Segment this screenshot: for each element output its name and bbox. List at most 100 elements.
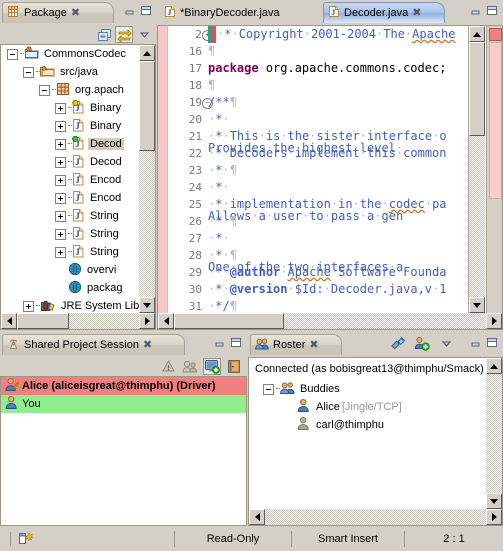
code-line[interactable]: 27 ·*· One·of·the·two·interfaces·a	[168, 230, 468, 274]
scroll-up-button[interactable]	[486, 358, 502, 374]
code-line[interactable]: 26 ·*·¶	[168, 213, 468, 230]
inconsistency-warning-icon[interactable]	[159, 358, 177, 375]
share-screen-icon[interactable]	[203, 358, 221, 375]
tree-collapse-icon[interactable]	[23, 66, 34, 78]
code-line[interactable]: 17 package·org.apache.commons.codec;	[168, 60, 468, 77]
code-line[interactable]: 16 ¶	[168, 43, 468, 60]
tree-collapse-icon[interactable]	[7, 48, 18, 60]
connect-icon[interactable]	[389, 335, 407, 352]
scroll-left-button[interactable]	[158, 313, 174, 329]
code-line[interactable]: 21 ·*·This·is·the·sister·interface·o	[168, 128, 468, 145]
scroll-down-button[interactable]	[469, 297, 485, 313]
follow-mode-icon[interactable]	[181, 358, 199, 375]
leave-session-icon[interactable]	[225, 358, 243, 375]
session-participants-list[interactable]: Alice (aliceisgreat@thimphu) (Driver) You	[1, 377, 246, 525]
scroll-left-button[interactable]	[249, 509, 265, 525]
roster-item[interactable]: carl@thimphu	[255, 416, 486, 434]
tree-item[interactable]: J Encod	[1, 171, 139, 189]
vscroll-thumb[interactable]	[469, 42, 485, 136]
tab-package-explorer[interactable]: Package ✖	[2, 2, 114, 23]
source-editor[interactable]: 2+·*·Copyright·2001-2004·The·Apache16¶17…	[168, 26, 468, 313]
session-participant[interactable]: You	[1, 395, 246, 413]
scroll-down-button[interactable]	[139, 297, 155, 313]
view-menu-chevron-down-icon[interactable]	[437, 335, 455, 352]
minimize-icon[interactable]	[123, 4, 136, 20]
close-icon[interactable]: ✖	[143, 339, 152, 351]
tree-item[interactable]: J Binary	[1, 117, 139, 135]
package-explorer-tree[interactable]: CommonsCodec src/java org.apach J Binary J Bin…	[1, 45, 139, 313]
minimize-icon[interactable]	[469, 336, 482, 352]
tree-item[interactable]: overvi	[1, 261, 139, 279]
scroll-right-button[interactable]	[486, 509, 502, 525]
code-line[interactable]: 22 ·*·Decoders·implement·this·common	[168, 145, 468, 162]
tab-shared-project-session[interactable]: Shared Project Session ✖	[2, 334, 185, 355]
roster-hscrollbar[interactable]	[249, 509, 502, 525]
scroll-up-button[interactable]	[139, 45, 155, 61]
tree-collapse-icon[interactable]	[263, 383, 274, 395]
code-line[interactable]: 25 ·*·implementation·in·the·codec·pa	[168, 196, 468, 213]
tab-roster[interactable]: Roster ✖	[250, 334, 342, 355]
code-line[interactable]: 19−/**¶	[168, 94, 468, 111]
maximize-icon[interactable]	[485, 4, 498, 20]
roster-tree[interactable]: Buddies Alice [Jingle/TCP] carl@thimphu	[255, 380, 486, 509]
code-line[interactable]: 20 ·*· Provides·the·highest·level·	[168, 111, 468, 155]
code-line[interactable]: 30 ·*·@version·$Id:·Decoder.java,v·1	[168, 281, 468, 298]
tree-item[interactable]: J String	[1, 207, 139, 225]
code-line[interactable]: 29 ·*·@author·Apache·Software·Founda	[168, 264, 468, 281]
link-with-editor-icon[interactable]	[115, 26, 133, 43]
tree-expand-icon[interactable]	[55, 120, 66, 132]
close-icon[interactable]: ✖	[309, 339, 318, 351]
hscroll-thumb[interactable]	[174, 313, 284, 329]
tree-item[interactable]: packag	[1, 279, 139, 297]
hscroll-thumb[interactable]	[17, 313, 69, 329]
tree-expand-icon[interactable]	[55, 156, 66, 168]
code-line[interactable]: 18 ¶	[168, 77, 468, 94]
tree-expand-icon[interactable]	[55, 138, 66, 150]
roster-item[interactable]: Alice [Jingle/TCP]	[255, 398, 486, 416]
tree-expand-icon[interactable]	[55, 210, 66, 222]
close-icon[interactable]: ✖	[71, 7, 80, 19]
tree-item[interactable]: J Decod	[1, 153, 139, 171]
package-tree-hscrollbar[interactable]	[1, 313, 155, 329]
maximize-icon[interactable]	[229, 336, 242, 352]
overview-ruler[interactable]	[486, 26, 502, 313]
tree-item[interactable]: J Binary	[1, 99, 139, 117]
tree-expand-icon[interactable]	[23, 300, 34, 312]
tree-item[interactable]: J Encod	[1, 189, 139, 207]
editor-hscrollbar[interactable]	[158, 313, 502, 329]
maximize-icon[interactable]	[485, 336, 498, 352]
tree-expand-icon[interactable]	[55, 246, 66, 258]
scroll-down-button[interactable]	[486, 493, 502, 509]
tree-expand-icon[interactable]	[55, 174, 66, 186]
code-line[interactable]: 24 ·*· Allows·a·user·to·pass·a·gen	[168, 179, 468, 223]
code-line[interactable]: 23 ·*·¶	[168, 162, 468, 179]
scroll-up-button[interactable]	[469, 26, 485, 42]
roster-item[interactable]: Buddies	[255, 380, 486, 398]
tree-item[interactable]: JRE System Lib	[1, 297, 139, 313]
maximize-icon[interactable]	[139, 4, 152, 20]
vscroll-thumb[interactable]	[139, 61, 155, 151]
scroll-right-button[interactable]	[139, 313, 155, 329]
scroll-left-button[interactable]	[1, 313, 17, 329]
editor-tab-binarydecoder[interactable]: J *BinaryDecoder.java	[159, 2, 319, 23]
session-participant[interactable]: Alice (aliceisgreat@thimphu) (Driver)	[1, 377, 246, 395]
code-line[interactable]: 28 ·*·¶	[168, 247, 468, 264]
scroll-right-button[interactable]	[486, 313, 502, 329]
roster-vscrollbar[interactable]	[486, 358, 502, 509]
tree-item[interactable]: J String	[1, 225, 139, 243]
view-menu-chevron-down-icon[interactable]	[135, 26, 153, 43]
minimize-icon[interactable]	[469, 4, 482, 20]
tree-item[interactable]: CommonsCodec	[1, 45, 139, 63]
close-icon[interactable]: ✖	[412, 7, 421, 19]
tree-item[interactable]: J Decod	[1, 135, 139, 153]
collapse-all-icon[interactable]	[95, 26, 113, 43]
tree-item[interactable]: org.apach	[1, 81, 139, 99]
tree-expand-icon[interactable]	[55, 192, 66, 204]
tree-expand-icon[interactable]	[55, 102, 66, 114]
editor-tab-decoder[interactable]: J Decoder.java ✖	[323, 2, 445, 23]
editor-vscrollbar[interactable]	[468, 26, 485, 313]
tree-expand-icon[interactable]	[55, 228, 66, 240]
tree-collapse-icon[interactable]	[39, 84, 50, 96]
tree-item[interactable]: src/java	[1, 63, 139, 81]
add-contact-icon[interactable]	[413, 335, 431, 352]
